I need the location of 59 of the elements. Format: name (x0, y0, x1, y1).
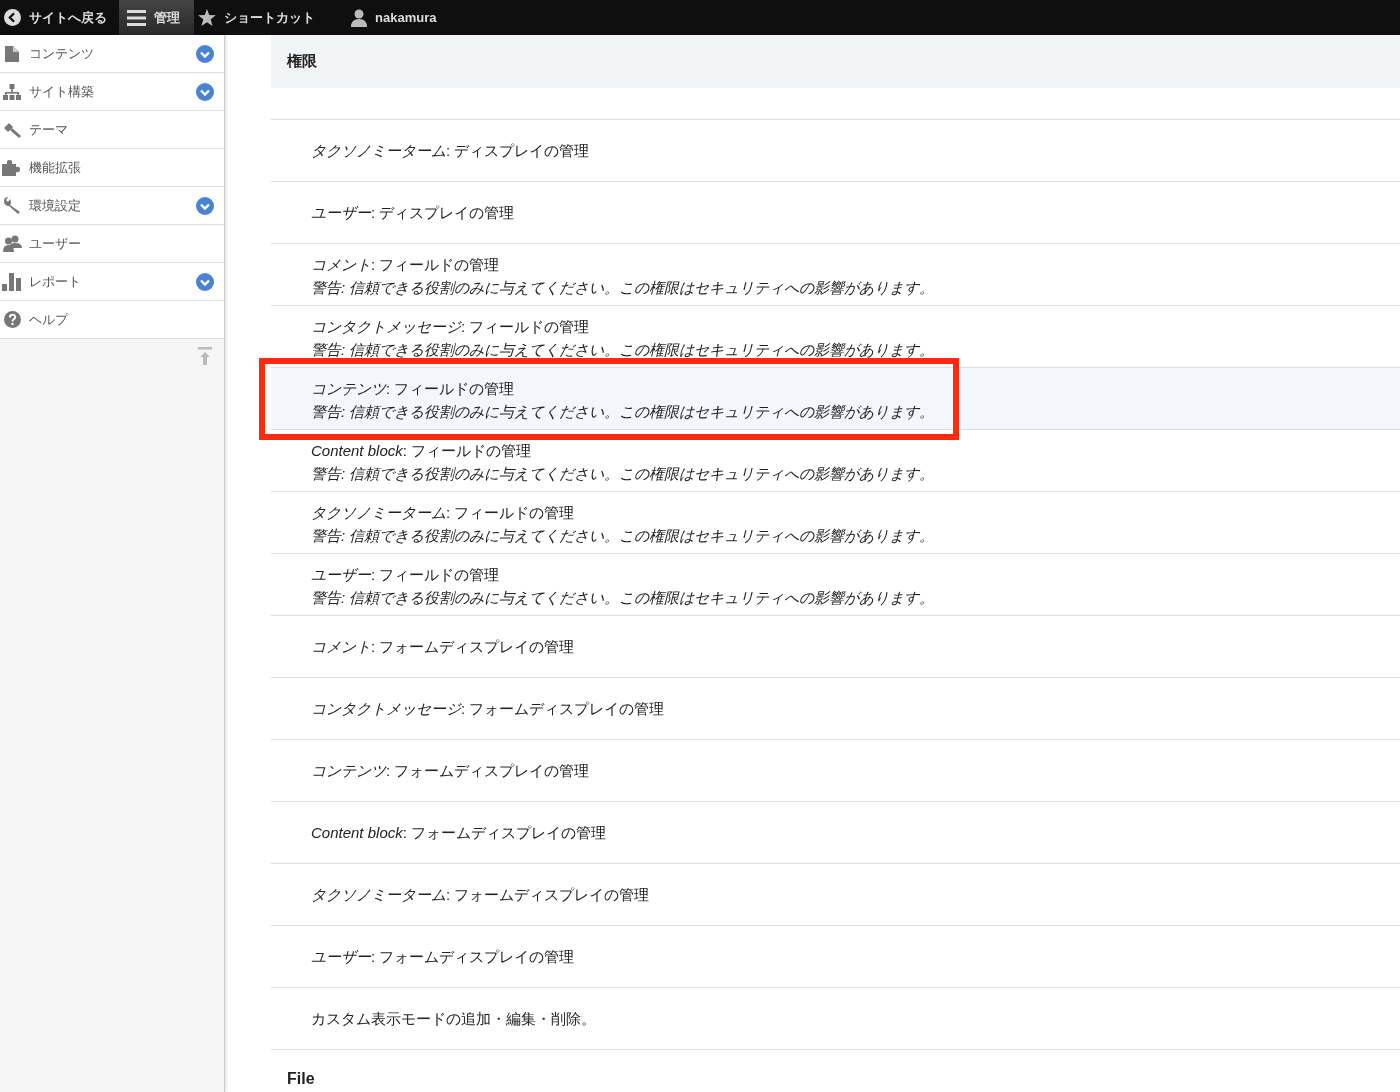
permission-title: タクソノミーターム: フィールドの管理 (311, 503, 575, 523)
permission-title: コメント: フォームディスプレイの管理 (311, 637, 575, 657)
permission-title: Content block: フォームディスプレイの管理 (311, 823, 607, 843)
hammer-icon (3, 121, 21, 138)
sidebar-item[interactable]: レポート (0, 263, 224, 301)
toolbar-tab[interactable]: ショートカット (194, 0, 327, 35)
warning-text: 警告: 信頼できる役割のみに与えてください。この権限はセキュリティへの影響があります。 (311, 588, 935, 608)
permission-title: カスタム表示モードの追加・編集・削除。 (311, 1009, 596, 1029)
section-title: File (287, 1070, 315, 1087)
sidebar-item-label[interactable]: ヘルプ (29, 310, 214, 329)
warning-text: 警告: 信頼できる役割のみに与えてください。この権限はセキュリティへの影響があります。 (311, 278, 935, 298)
warning-text: 警告: 信頼できる役割のみに与えてください。この権限はセキュリティへの影響があります。 (311, 402, 935, 422)
sidebar-item[interactable]: ヘルプ (0, 301, 224, 339)
permission-title: コンタクトメッセージ: フォームディスプレイの管理 (311, 699, 665, 719)
permission-title: Content block: フィールドの管理 (311, 441, 532, 461)
sitemap-icon (3, 83, 21, 100)
warning-text: 警告: 信頼できる役割のみに与えてください。この権限はセキュリティへの影響があります。 (311, 526, 935, 546)
sidebar-item-label[interactable]: ユーザー (29, 234, 214, 253)
permission-title: ユーザー: ディスプレイの管理 (311, 203, 515, 223)
sidebar-item[interactable]: 機能拡張 (0, 149, 224, 187)
warning-text: 警告: 信頼できる役割のみに与えてください。この権限はセキュリティへの影響があります。 (311, 464, 935, 484)
star-icon (198, 9, 216, 26)
toolbar-tab[interactable]: nakamura (327, 0, 449, 35)
expand-icon[interactable] (196, 196, 214, 215)
toolbar-tab[interactable]: サイトへ戻る (0, 0, 119, 35)
permission-title: ユーザー: フォームディスプレイの管理 (311, 947, 575, 967)
permission-title: タクソノミーターム: フォームディスプレイの管理 (311, 885, 650, 905)
document-icon (5, 45, 19, 62)
toolbar-tab[interactable]: 管理 (119, 0, 194, 35)
expand-icon[interactable] (196, 272, 214, 291)
permission-title: タクソノミーターム: ディスプレイの管理 (311, 141, 590, 161)
sidebar-item-label[interactable]: サイト構築 (29, 82, 189, 101)
help-icon (3, 311, 21, 328)
sidebar-item[interactable]: サイト構築 (0, 73, 224, 111)
section-title: 権限 (287, 52, 317, 71)
users-icon (2, 235, 22, 252)
expand-icon[interactable] (196, 44, 214, 63)
permission-title: コメント: フィールドの管理 (311, 255, 500, 275)
sidebar-item[interactable]: 環境設定 (0, 187, 224, 225)
back-icon (4, 9, 21, 26)
sidebar-item-label[interactable]: レポート (29, 272, 189, 291)
warning-text: 警告: 信頼できる役割のみに与えてください。この権限はセキュリティへの影響があります。 (311, 340, 935, 360)
sidebar-item-label[interactable]: テーマ (29, 120, 214, 139)
bar-chart-icon (2, 272, 22, 291)
puzzle-icon (2, 159, 22, 176)
wrench-icon (3, 197, 21, 214)
permission-title: コンタクトメッセージ: フィールドの管理 (311, 317, 590, 337)
sidebar-item[interactable]: コンテンツ (0, 35, 224, 73)
permission-title: コンテンツ: フォームディスプレイの管理 (311, 761, 590, 781)
sidebar-item-label[interactable]: コンテンツ (29, 44, 189, 63)
menu-icon (127, 9, 146, 26)
sidebar-item-label[interactable]: 機能拡張 (29, 158, 214, 177)
permission-title: コンテンツ: フィールドの管理 (311, 379, 515, 399)
sidebar-item[interactable]: テーマ (0, 111, 224, 149)
sidebar-item[interactable]: ユーザー (0, 225, 224, 263)
expand-icon[interactable] (196, 82, 214, 101)
permission-title: ユーザー: フィールドの管理 (311, 565, 500, 585)
sidebar-item-label[interactable]: 環境設定 (29, 196, 189, 215)
user-icon (351, 8, 367, 27)
